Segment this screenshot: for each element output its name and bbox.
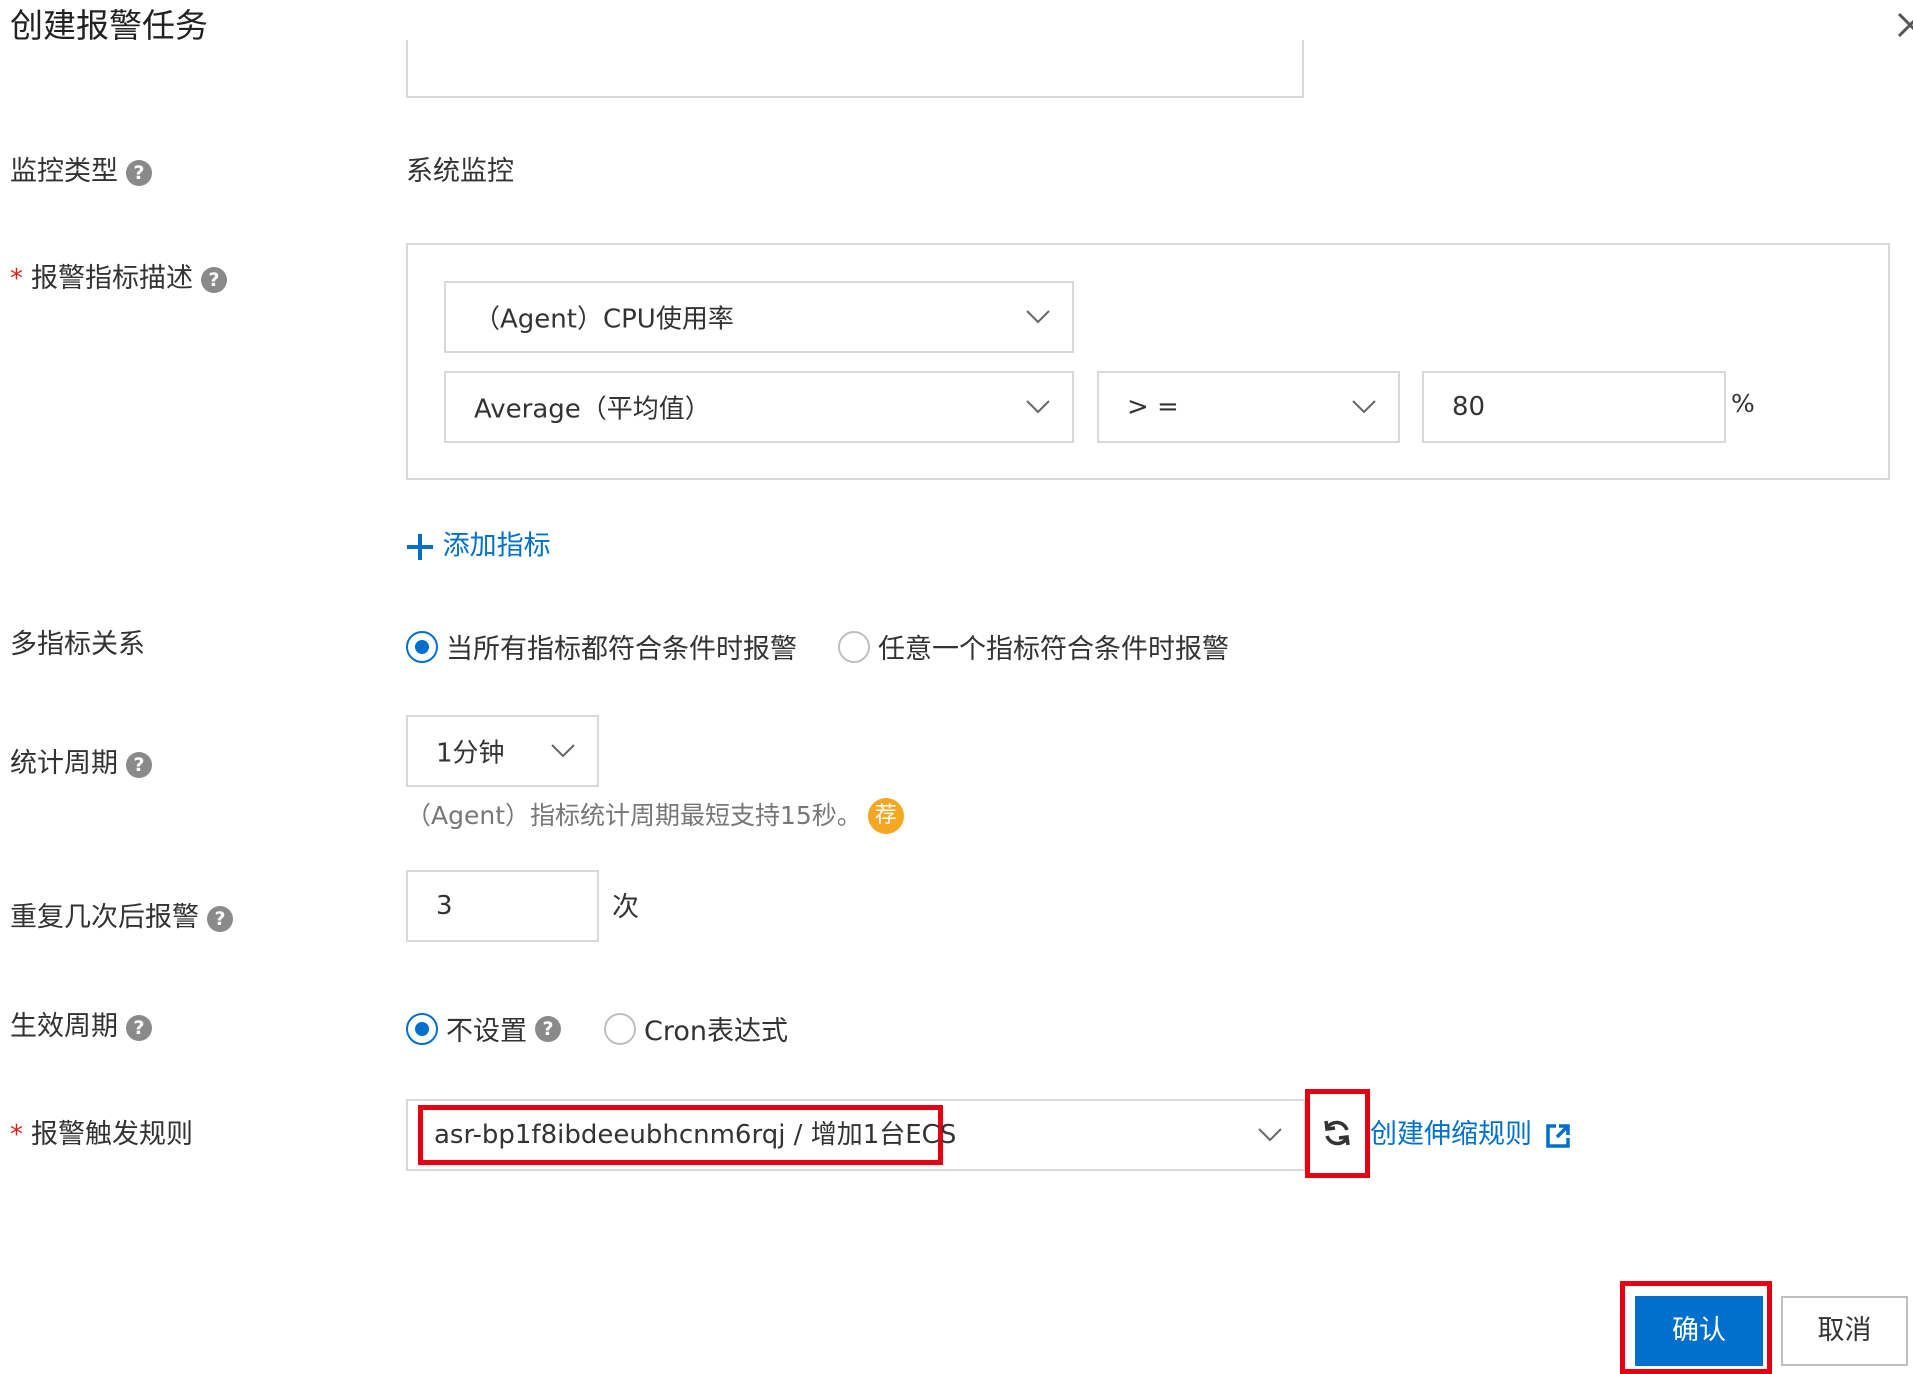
radio-button[interactable]: [838, 630, 870, 663]
monitor-type-row: 监控类型?: [10, 152, 152, 192]
radio-any-metric[interactable]: 任意一个指标符合条件时报警: [838, 627, 1229, 666]
multi-metric-label: 多指标关系: [10, 629, 145, 660]
metric-select[interactable]: （Agent）CPU使用率: [444, 281, 1074, 353]
repeat-input[interactable]: 3: [406, 870, 599, 942]
monitor-type-value: 系统监控: [406, 156, 514, 187]
refresh-icon[interactable]: [1322, 1118, 1352, 1148]
operator-select[interactable]: > =: [1097, 371, 1400, 443]
help-icon[interactable]: ?: [126, 1014, 152, 1041]
create-scaling-rule-link[interactable]: 创建伸缩规则: [1370, 1115, 1571, 1155]
radio-button[interactable]: [604, 1012, 636, 1045]
chevron-down-icon: [1026, 310, 1050, 324]
repeat-label: 重复几次后报警: [10, 902, 199, 933]
radio-label: Cron表达式: [644, 1016, 788, 1047]
radio-all-metrics[interactable]: 当所有指标都符合条件时报警: [406, 627, 797, 666]
chevron-down-icon: [1026, 400, 1050, 414]
threshold-input[interactable]: 80: [1422, 371, 1726, 443]
operator-select-value: > =: [1127, 392, 1179, 422]
chevron-down-icon: [1258, 1128, 1282, 1142]
radio-button[interactable]: [406, 1012, 438, 1045]
chevron-down-icon: [551, 744, 575, 758]
period-hint: （Agent）指标统计周期最短支持15秒。荐: [406, 797, 904, 834]
recommend-badge: 荐: [867, 798, 904, 834]
radio-not-set[interactable]: 不设置?: [406, 1009, 561, 1048]
help-icon[interactable]: ?: [126, 751, 152, 778]
period-select-value: 1分钟: [436, 738, 505, 769]
period-select[interactable]: 1分钟: [406, 715, 599, 787]
effective-row: 生效周期?: [10, 1007, 152, 1047]
close-icon[interactable]: [1895, 10, 1913, 40]
chevron-down-icon: [1352, 400, 1376, 414]
cancel-button[interactable]: 取消: [1781, 1296, 1908, 1366]
period-row: 统计周期?: [10, 744, 152, 784]
radio-button[interactable]: [406, 630, 438, 663]
period-label: 统计周期: [10, 748, 118, 779]
statistic-select[interactable]: Average（平均值）: [444, 371, 1074, 443]
required-mark: *: [10, 264, 23, 294]
plus-icon: [407, 533, 433, 560]
required-mark: *: [10, 1120, 23, 1150]
statistic-select-value: Average（平均值）: [474, 394, 711, 425]
help-icon[interactable]: ?: [201, 266, 227, 293]
threshold-unit: %: [1731, 389, 1755, 418]
metric-desc-label: 报警指标描述: [31, 263, 193, 294]
metric-select-value: （Agent）CPU使用率: [474, 304, 734, 335]
metric-condition-box: [406, 243, 1890, 480]
add-metric-link[interactable]: 添加指标: [406, 526, 551, 567]
help-icon[interactable]: ?: [535, 1015, 561, 1042]
help-icon[interactable]: ?: [126, 159, 152, 186]
confirm-button[interactable]: 确认: [1635, 1296, 1763, 1366]
radio-cron[interactable]: Cron表达式: [604, 1009, 788, 1048]
repeat-row: 重复几次后报警?: [10, 898, 233, 938]
trigger-rule-value: asr-bp1f8ibdeeubhcnm6rqj / 增加1台ECS: [434, 1120, 957, 1150]
effective-label: 生效周期: [10, 1011, 118, 1042]
radio-label: 不设置: [446, 1016, 527, 1047]
monitor-type-label: 监控类型: [10, 156, 118, 187]
previous-field-input[interactable]: [406, 40, 1304, 98]
trigger-rule-row: * 报警触发规则: [10, 1115, 193, 1155]
radio-label: 当所有指标都符合条件时报警: [446, 634, 797, 665]
period-hint-text: （Agent）指标统计周期最短支持15秒。: [406, 801, 862, 830]
dialog-title: 创建报警任务: [10, 6, 208, 45]
repeat-unit: 次: [612, 892, 639, 923]
add-metric-label: 添加指标: [442, 530, 551, 562]
help-icon[interactable]: ?: [207, 905, 233, 932]
external-link-icon: [1545, 1123, 1570, 1148]
create-scaling-rule-label: 创建伸缩规则: [1370, 1119, 1532, 1150]
threshold-input-value: 80: [1452, 392, 1486, 422]
metric-desc-row: * 报警指标描述?: [10, 259, 227, 299]
radio-label: 任意一个指标符合条件时报警: [878, 634, 1229, 665]
trigger-rule-label: 报警触发规则: [31, 1119, 193, 1150]
repeat-input-value: 3: [436, 891, 453, 921]
